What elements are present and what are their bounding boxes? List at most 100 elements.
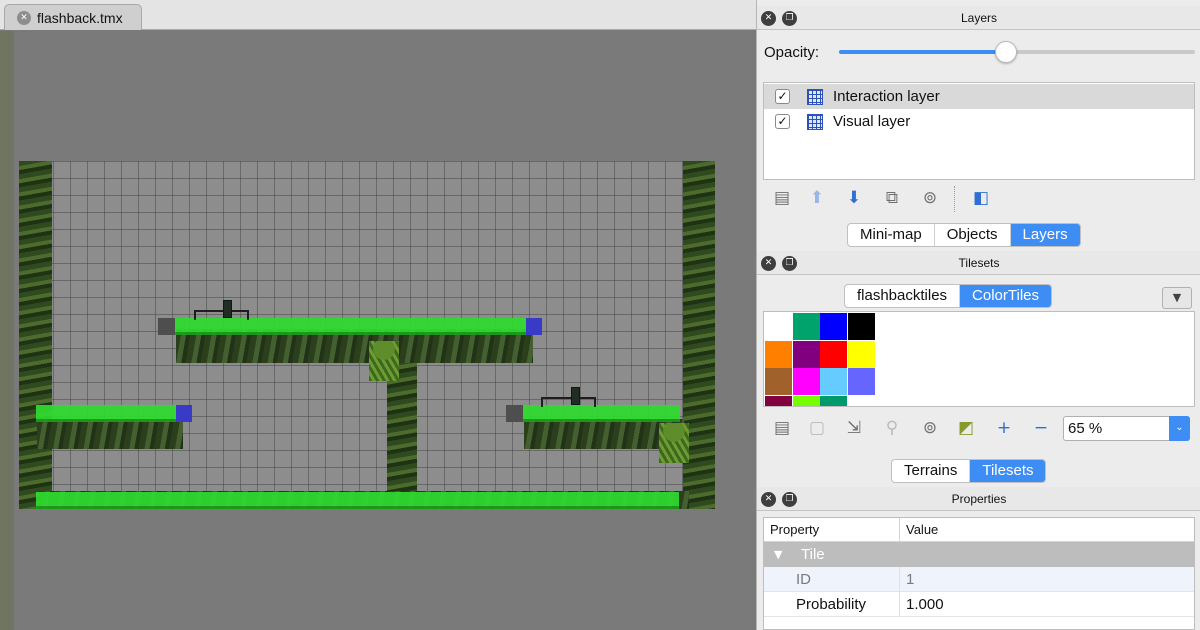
move-layer-down-icon[interactable]: ⬇ xyxy=(843,187,865,209)
properties-title-text: Properties xyxy=(951,492,1007,506)
color-tile[interactable] xyxy=(792,395,820,406)
color-tile[interactable] xyxy=(847,368,875,395)
tileset-tabs: flashbacktiles ColorTiles xyxy=(844,284,1053,308)
dropdown-arrow-icon: ▼ xyxy=(1172,291,1182,304)
zoom-value: 65 % xyxy=(1068,420,1103,437)
tilesets-panel-title: ✕ ❐ Tilesets xyxy=(757,251,1200,275)
duplicate-layer-icon[interactable]: ⧉ xyxy=(881,187,903,209)
layer-row-visual[interactable]: ✓ Visual layer xyxy=(764,109,1194,134)
document-tab-label: flashback.tmx xyxy=(37,9,123,26)
property-value: 1 xyxy=(906,571,915,588)
interaction-tiles-left xyxy=(36,405,176,422)
color-tile[interactable] xyxy=(820,368,847,395)
toolbar-separator xyxy=(954,186,955,212)
layer-name: Interaction layer xyxy=(833,88,940,105)
remove-tiles-icon[interactable]: − xyxy=(1030,417,1052,439)
color-tile[interactable] xyxy=(820,313,847,340)
delete-tileset-icon[interactable]: ⊚ xyxy=(919,417,941,439)
document-tab[interactable]: ✕ flashback.tmx xyxy=(4,4,142,30)
property-value[interactable]: 1.000 xyxy=(906,592,944,617)
fern-decoration-right xyxy=(659,423,689,463)
tab-terrains[interactable]: Terrains xyxy=(892,460,971,482)
layer-row-interaction[interactable]: ✓ Interaction layer xyxy=(764,84,1194,109)
tile-layer-icon xyxy=(807,113,823,130)
color-tile[interactable] xyxy=(765,395,792,406)
new-tileset-icon[interactable]: ▤ xyxy=(771,417,793,439)
tileset-properties-icon[interactable]: ⚲ xyxy=(881,417,903,439)
close-icon[interactable]: ✕ xyxy=(761,256,776,271)
tileset-tab-flashbacktiles[interactable]: flashbacktiles xyxy=(845,285,961,307)
dock-tabs-bottom: Terrains Tilesets xyxy=(891,459,1047,483)
opacity-slider-fill xyxy=(839,50,1007,54)
layer-list[interactable]: ✓ Interaction layer ✓ Visual layer xyxy=(763,82,1195,180)
tab-mini-map[interactable]: Mini-map xyxy=(848,224,935,246)
chevron-down-icon[interactable]: ⌄ xyxy=(1169,416,1190,441)
add-tiles-icon[interactable]: + xyxy=(993,417,1015,439)
property-group-tile[interactable]: ▼ Tile xyxy=(764,542,1194,567)
blue-marker-tile-left xyxy=(176,405,192,422)
color-tile[interactable] xyxy=(792,368,820,395)
color-tile[interactable] xyxy=(847,313,875,340)
properties-header: Property Value xyxy=(764,518,1194,542)
tile-map-canvas[interactable] xyxy=(19,161,715,509)
edit-terrain-icon[interactable]: ◩ xyxy=(955,417,977,439)
tilesets-title-text: Tilesets xyxy=(958,256,1000,270)
color-tile[interactable] xyxy=(792,340,820,368)
property-row-id[interactable]: ID 1 xyxy=(764,567,1194,592)
value-column-header[interactable]: Value xyxy=(906,518,938,542)
collapse-triangle-icon[interactable]: ▼ xyxy=(774,542,782,567)
tileset-menu-button[interactable]: ▼ xyxy=(1162,287,1192,309)
tilesets-toolbar: ▤ ▢ ⇲ ⚲ ⊚ ◩ + − xyxy=(763,410,1063,446)
tab-objects[interactable]: Objects xyxy=(935,224,1011,246)
color-tile[interactable] xyxy=(792,313,820,340)
blue-marker-tile xyxy=(526,318,542,335)
export-tileset-icon[interactable]: ⇲ xyxy=(843,417,865,439)
railing xyxy=(194,310,249,320)
property-name: Probability xyxy=(796,596,867,613)
column-divider xyxy=(899,567,900,592)
opacity-slider-knob[interactable] xyxy=(995,41,1018,63)
gray-marker-tile-right xyxy=(506,405,523,422)
opacity-slider[interactable] xyxy=(839,41,1195,63)
property-group-label: Tile xyxy=(801,546,825,563)
zoom-select[interactable]: 65 % ⌄ xyxy=(1063,416,1190,441)
interaction-tiles-upper xyxy=(175,318,526,335)
map-editor: ✕ flashback.tmx xyxy=(0,0,756,630)
character-sprite-right xyxy=(571,387,580,405)
property-name: ID xyxy=(796,571,811,588)
editor-left-edge xyxy=(0,31,14,630)
tab-layers[interactable]: Layers xyxy=(1010,224,1080,246)
tileset-view[interactable] xyxy=(763,311,1195,407)
layers-panel-title: ✕ ❐ Layers xyxy=(757,6,1200,30)
character-sprite xyxy=(223,300,232,318)
color-tile[interactable] xyxy=(765,368,792,395)
column-divider xyxy=(899,518,900,542)
layer-visibility-checkbox[interactable]: ✓ xyxy=(775,89,790,104)
delete-layer-icon[interactable]: ⊚ xyxy=(919,187,941,209)
tileset-tab-colortiles[interactable]: ColorTiles xyxy=(960,285,1052,307)
color-tile[interactable] xyxy=(820,395,847,406)
property-row-probability[interactable]: Probability 1.000 xyxy=(764,592,1194,617)
color-tile[interactable] xyxy=(820,340,847,368)
interaction-tiles-ground xyxy=(36,492,679,509)
new-layer-icon[interactable]: ▤ xyxy=(771,187,793,209)
import-tileset-icon[interactable]: ▢ xyxy=(806,417,828,439)
close-icon[interactable]: ✕ xyxy=(761,492,776,507)
color-tile[interactable] xyxy=(765,313,792,340)
layer-visibility-checkbox[interactable]: ✓ xyxy=(775,114,790,129)
interaction-tiles-right xyxy=(523,405,680,422)
color-tile[interactable] xyxy=(847,340,875,368)
color-tile[interactable] xyxy=(765,340,792,368)
tile-layer-icon xyxy=(807,88,823,105)
float-panel-icon[interactable]: ❐ xyxy=(782,492,797,507)
close-icon[interactable]: ✕ xyxy=(761,11,776,26)
float-panel-icon[interactable]: ❐ xyxy=(782,11,797,26)
property-column-header[interactable]: Property xyxy=(770,518,819,542)
tab-tilesets[interactable]: Tilesets xyxy=(970,460,1046,482)
toggle-other-layers-icon[interactable]: ◧ xyxy=(970,187,992,209)
move-layer-up-icon[interactable]: ⬆ xyxy=(806,187,828,209)
fern-decoration xyxy=(369,341,399,381)
vine-column-left xyxy=(19,161,52,509)
close-icon[interactable]: ✕ xyxy=(17,10,31,25)
float-panel-icon[interactable]: ❐ xyxy=(782,256,797,271)
